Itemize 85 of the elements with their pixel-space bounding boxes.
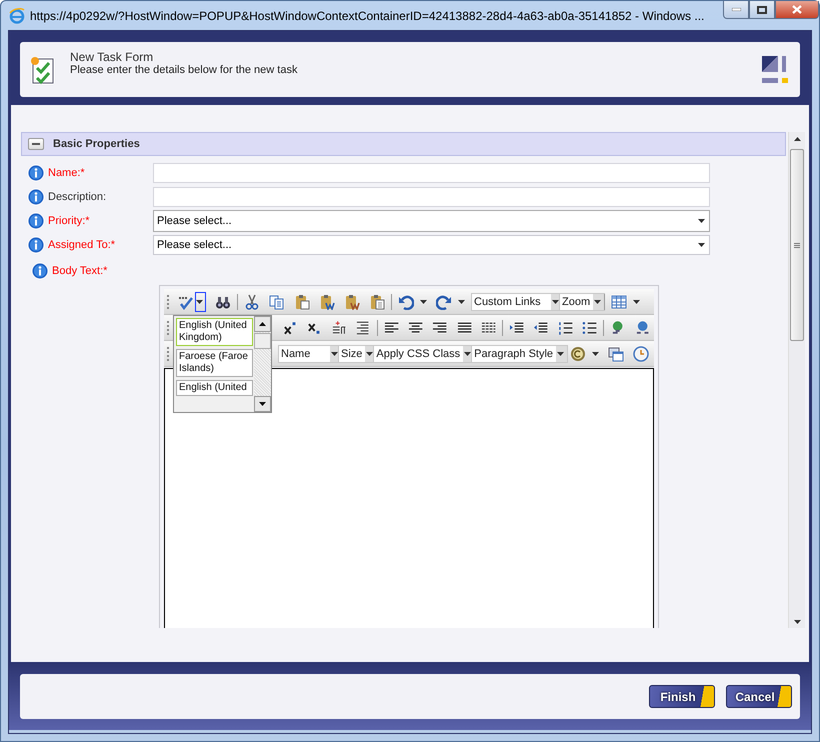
justify-icon[interactable] [456, 320, 472, 336]
dropdown-field[interactable]: Please select... [153, 235, 710, 255]
scroll-down-button[interactable] [254, 396, 271, 412]
window-title: https://4p0292w/?HostWindow=POPUP&HostWindowContextContainerID=42413882-28d4-4a63-ab0a-35141852 - Windows ... [30, 8, 704, 22]
calendar-icon[interactable] [608, 346, 624, 362]
field-label: Name:* [48, 167, 85, 179]
section-title: Basic Properties [53, 138, 140, 150]
indent-icon[interactable] [509, 320, 524, 336]
form-title: New Task Form [70, 50, 154, 64]
footer-button[interactable]: Finish [649, 685, 715, 708]
caret-icon[interactable] [330, 352, 338, 356]
field-label: Assigned To:* [48, 239, 116, 251]
language-option[interactable]: Faroese (Faroe Islands) [176, 349, 253, 377]
clipboard-icon[interactable] [344, 294, 360, 310]
scrollbar-thumb[interactable] [790, 149, 804, 341]
close-icon [792, 5, 802, 14]
table-icon[interactable] [611, 294, 628, 310]
menu-scrollbar[interactable] [254, 316, 271, 412]
undo-icon[interactable] [398, 294, 414, 310]
up-arrow-icon [259, 322, 266, 326]
caret-icon[interactable] [592, 352, 600, 356]
clipboard-icon[interactable] [319, 294, 335, 310]
language-option[interactable]: English (United [176, 380, 253, 396]
justify-icon[interactable] [480, 320, 496, 336]
caret-icon[interactable] [420, 300, 427, 304]
field-label: Priority:* [48, 215, 90, 227]
paragraph-icon[interactable] [331, 320, 346, 336]
clipboard-icon[interactable] [294, 294, 310, 310]
form-subtitle: Please enter the details below for the new task [70, 64, 298, 76]
scrollbar[interactable] [788, 132, 805, 628]
info-icon[interactable] [28, 165, 44, 181]
close-button[interactable] [775, 1, 819, 19]
field-label: Body Text:* [52, 265, 108, 277]
down-arrow-icon [259, 402, 266, 406]
down-arrow-icon [794, 620, 800, 624]
paragraph-icon[interactable] [355, 320, 371, 336]
browser-icon [9, 8, 25, 24]
redo-icon[interactable] [436, 294, 452, 310]
caret-icon[interactable] [594, 300, 601, 304]
align-left-icon[interactable] [384, 320, 399, 336]
caret-icon[interactable] [633, 300, 640, 304]
dropdown-field[interactable]: Please select... [153, 210, 710, 232]
minimize-button[interactable] [723, 1, 749, 19]
minus-icon [32, 143, 40, 145]
language-option[interactable]: English (United Kingdom) [176, 318, 253, 346]
numbered-list-icon[interactable] [558, 320, 574, 336]
caret-icon[interactable] [556, 352, 564, 356]
scrollbar-thumb[interactable] [254, 333, 271, 349]
superscript-icon[interactable] [282, 320, 298, 336]
outdent-icon[interactable] [533, 320, 549, 336]
align-center-icon[interactable] [408, 320, 424, 336]
scroll-up-button[interactable] [254, 316, 271, 332]
section-header[interactable]: Basic Properties [21, 132, 786, 156]
copy-icon[interactable] [269, 294, 285, 310]
globe-link-icon[interactable] [634, 320, 650, 336]
caret-icon[interactable] [366, 352, 373, 356]
minimize-icon [732, 8, 740, 11]
caret-icon[interactable] [464, 352, 471, 356]
dropdown-button[interactable] [195, 292, 206, 312]
footer-button[interactable]: Cancel [726, 685, 792, 708]
caret-icon[interactable] [458, 300, 465, 304]
align-right-icon[interactable] [432, 320, 448, 336]
caret-icon[interactable] [698, 243, 705, 247]
info-icon[interactable] [28, 237, 44, 253]
maximize-button[interactable] [749, 1, 775, 19]
caret-icon[interactable] [552, 300, 558, 304]
info-icon[interactable] [32, 263, 48, 279]
copyright-icon[interactable] [570, 346, 586, 362]
logo-icon [762, 56, 790, 84]
collapse-toggle[interactable] [28, 138, 44, 150]
field-label: Description: [48, 191, 106, 203]
text-field[interactable] [153, 187, 710, 207]
bullet-list-icon[interactable] [582, 320, 598, 336]
toolbar-dropdown[interactable]: Zoom [559, 292, 606, 310]
clipboard-icon[interactable] [369, 294, 385, 310]
toolbar-dropdown[interactable]: Paragraph Style [471, 344, 568, 362]
maximize-icon [757, 6, 767, 14]
up-arrow-icon [794, 136, 800, 140]
text-field[interactable] [153, 163, 710, 183]
scissors-icon[interactable] [244, 294, 260, 310]
caret-icon[interactable] [698, 219, 705, 223]
clock-icon[interactable] [633, 346, 650, 362]
info-icon[interactable] [28, 213, 44, 229]
info-icon[interactable] [28, 189, 44, 205]
caret-icon[interactable] [196, 300, 202, 304]
